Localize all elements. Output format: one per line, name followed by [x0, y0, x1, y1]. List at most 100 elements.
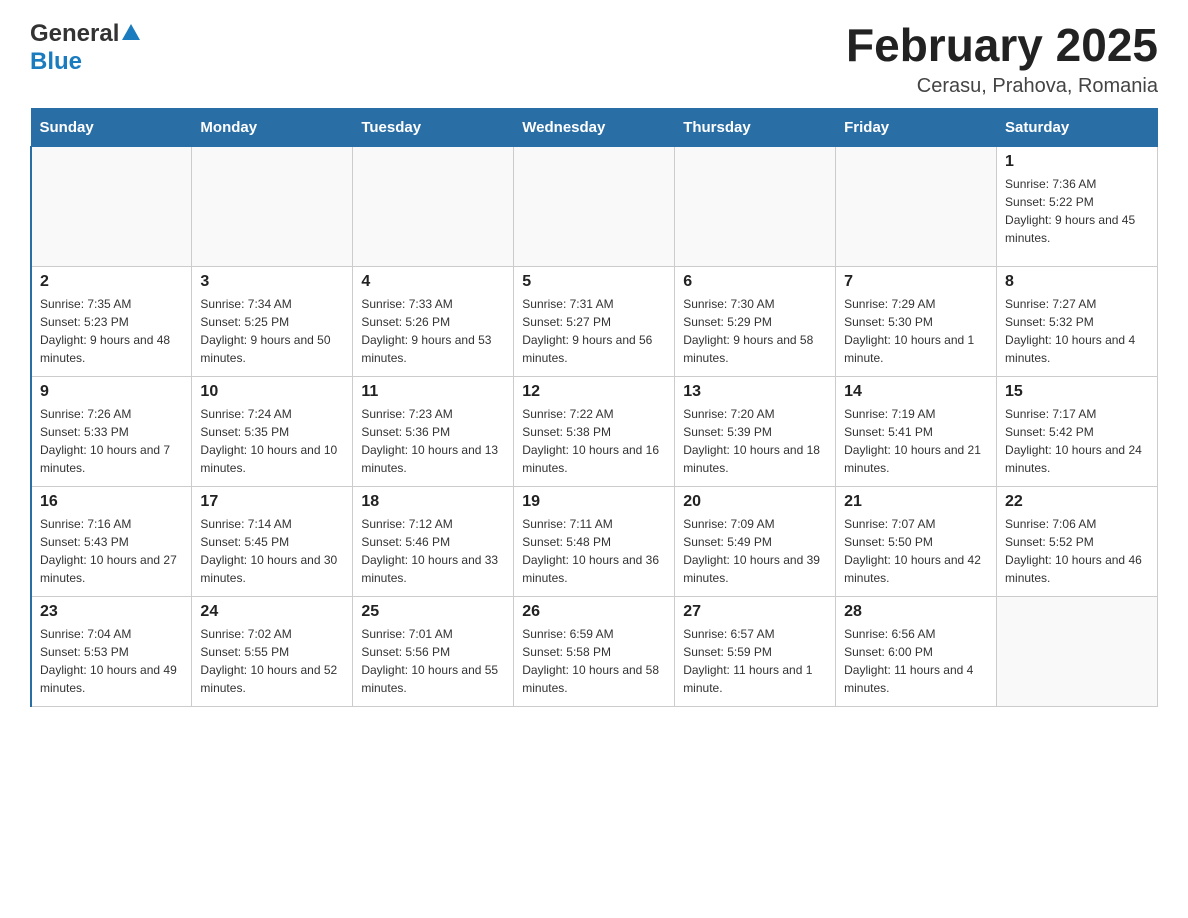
day-info: Sunrise: 7:27 AM Sunset: 5:32 PM Dayligh…: [1005, 295, 1149, 367]
calendar-cell: 15 Sunrise: 7:17 AM Sunset: 5:42 PM Dayli…: [997, 376, 1158, 486]
calendar-cell: 26 Sunrise: 6:59 AM Sunset: 5:58 PM Dayli…: [514, 596, 675, 706]
calendar-cell: 14Sunrise: 7:19 AM Sunset: 5:41 PM Dayli…: [836, 376, 997, 486]
page-header: General Blue February 2025 Cerasu, Praho…: [30, 20, 1158, 98]
day-number: 1: [1005, 153, 1149, 171]
day-info: Sunrise: 7:12 AM Sunset: 5:46 PM Dayligh…: [361, 515, 505, 587]
calendar-cell: 20 Sunrise: 7:09 AM Sunset: 5:49 PM Dayli…: [675, 486, 836, 596]
header-friday: Friday: [836, 108, 997, 146]
day-number: 26: [522, 603, 666, 621]
calendar-cell: 7 Sunrise: 7:29 AM Sunset: 5:30 PM Daylig…: [836, 266, 997, 376]
day-info: Sunrise: 7:26 AM Sunset: 5:33 PM Dayligh…: [40, 405, 183, 477]
day-number: 3: [200, 273, 344, 291]
header-monday: Monday: [192, 108, 353, 146]
day-info: Sunrise: 7:30 AM Sunset: 5:29 PM Dayligh…: [683, 295, 827, 367]
day-info: Sunrise: 7:31 AM Sunset: 5:27 PM Dayligh…: [522, 295, 666, 367]
day-number: 16: [40, 493, 183, 511]
header-wednesday: Wednesday: [514, 108, 675, 146]
day-number: 19: [522, 493, 666, 511]
day-info: Sunrise: 7:02 AM Sunset: 5:55 PM Dayligh…: [200, 625, 344, 697]
day-number: 2: [40, 273, 183, 291]
calendar-cell: 27 Sunrise: 6:57 AM Sunset: 5:59 PM Dayli…: [675, 596, 836, 706]
week-row-4: 16 Sunrise: 7:16 AM Sunset: 5:43 PM Dayli…: [31, 486, 1158, 596]
calendar-cell: [31, 146, 192, 266]
day-info: Sunrise: 6:59 AM Sunset: 5:58 PM Dayligh…: [522, 625, 666, 697]
calendar-table: SundayMondayTuesdayWednesdayThursdayFrid…: [30, 108, 1158, 707]
week-row-2: 2 Sunrise: 7:35 AM Sunset: 5:23 PM Daylig…: [31, 266, 1158, 376]
calendar-cell: 8Sunrise: 7:27 AM Sunset: 5:32 PM Daylig…: [997, 266, 1158, 376]
calendar-cell: 5 Sunrise: 7:31 AM Sunset: 5:27 PM Daylig…: [514, 266, 675, 376]
header-saturday: Saturday: [997, 108, 1158, 146]
calendar-header: SundayMondayTuesdayWednesdayThursdayFrid…: [31, 108, 1158, 146]
calendar-cell: [675, 146, 836, 266]
calendar-cell: [514, 146, 675, 266]
month-title: February 2025: [846, 20, 1158, 71]
day-number: 9: [40, 383, 183, 401]
location-title: Cerasu, Prahova, Romania: [846, 75, 1158, 98]
day-number: 5: [522, 273, 666, 291]
day-info: Sunrise: 7:14 AM Sunset: 5:45 PM Dayligh…: [200, 515, 344, 587]
day-number: 25: [361, 603, 505, 621]
calendar-cell: 18 Sunrise: 7:12 AM Sunset: 5:46 PM Dayli…: [353, 486, 514, 596]
calendar-cell: 28Sunrise: 6:56 AM Sunset: 6:00 PM Dayli…: [836, 596, 997, 706]
day-info: Sunrise: 7:35 AM Sunset: 5:23 PM Dayligh…: [40, 295, 183, 367]
logo-triangle-icon: [122, 24, 140, 40]
day-number: 11: [361, 383, 505, 401]
week-row-1: 1 Sunrise: 7:36 AM Sunset: 5:22 PM Daylig…: [31, 146, 1158, 266]
calendar-body: 1 Sunrise: 7:36 AM Sunset: 5:22 PM Daylig…: [31, 146, 1158, 706]
calendar-cell: 6Sunrise: 7:30 AM Sunset: 5:29 PM Daylig…: [675, 266, 836, 376]
day-info: Sunrise: 7:19 AM Sunset: 5:41 PM Dayligh…: [844, 405, 988, 477]
day-number: 13: [683, 383, 827, 401]
calendar-cell: 25Sunrise: 7:01 AM Sunset: 5:56 PM Dayli…: [353, 596, 514, 706]
day-info: Sunrise: 7:16 AM Sunset: 5:43 PM Dayligh…: [40, 515, 183, 587]
day-info: Sunrise: 7:36 AM Sunset: 5:22 PM Dayligh…: [1005, 175, 1149, 247]
day-number: 20: [683, 493, 827, 511]
logo-general-text: General: [30, 20, 119, 48]
calendar-cell: 16 Sunrise: 7:16 AM Sunset: 5:43 PM Dayli…: [31, 486, 192, 596]
calendar-cell: [192, 146, 353, 266]
week-row-3: 9 Sunrise: 7:26 AM Sunset: 5:33 PM Daylig…: [31, 376, 1158, 486]
day-number: 24: [200, 603, 344, 621]
calendar-cell: 22Sunrise: 7:06 AM Sunset: 5:52 PM Dayli…: [997, 486, 1158, 596]
calendar-cell: 3 Sunrise: 7:34 AM Sunset: 5:25 PM Daylig…: [192, 266, 353, 376]
day-info: Sunrise: 7:11 AM Sunset: 5:48 PM Dayligh…: [522, 515, 666, 587]
day-number: 7: [844, 273, 988, 291]
day-info: Sunrise: 6:56 AM Sunset: 6:00 PM Dayligh…: [844, 625, 988, 697]
day-info: Sunrise: 7:34 AM Sunset: 5:25 PM Dayligh…: [200, 295, 344, 367]
day-info: Sunrise: 7:04 AM Sunset: 5:53 PM Dayligh…: [40, 625, 183, 697]
title-block: February 2025 Cerasu, Prahova, Romania: [846, 20, 1158, 98]
day-info: Sunrise: 7:29 AM Sunset: 5:30 PM Dayligh…: [844, 295, 988, 367]
header-thursday: Thursday: [675, 108, 836, 146]
calendar-cell: 2 Sunrise: 7:35 AM Sunset: 5:23 PM Daylig…: [31, 266, 192, 376]
day-info: Sunrise: 7:24 AM Sunset: 5:35 PM Dayligh…: [200, 405, 344, 477]
day-info: Sunrise: 7:22 AM Sunset: 5:38 PM Dayligh…: [522, 405, 666, 477]
calendar-cell: 10 Sunrise: 7:24 AM Sunset: 5:35 PM Dayli…: [192, 376, 353, 486]
day-info: Sunrise: 6:57 AM Sunset: 5:59 PM Dayligh…: [683, 625, 827, 697]
day-info: Sunrise: 7:17 AM Sunset: 5:42 PM Dayligh…: [1005, 405, 1149, 477]
day-number: 27: [683, 603, 827, 621]
calendar-cell: 4Sunrise: 7:33 AM Sunset: 5:26 PM Daylig…: [353, 266, 514, 376]
calendar-cell: 19 Sunrise: 7:11 AM Sunset: 5:48 PM Dayli…: [514, 486, 675, 596]
day-number: 17: [200, 493, 344, 511]
day-number: 18: [361, 493, 505, 511]
day-number: 15: [1005, 383, 1149, 401]
day-number: 10: [200, 383, 344, 401]
calendar-cell: 13 Sunrise: 7:20 AM Sunset: 5:39 PM Dayli…: [675, 376, 836, 486]
calendar-cell: 9 Sunrise: 7:26 AM Sunset: 5:33 PM Daylig…: [31, 376, 192, 486]
calendar-cell: 24 Sunrise: 7:02 AM Sunset: 5:55 PM Dayli…: [192, 596, 353, 706]
calendar-cell: 17 Sunrise: 7:14 AM Sunset: 5:45 PM Dayli…: [192, 486, 353, 596]
day-number: 21: [844, 493, 988, 511]
logo-blue-text: Blue: [30, 48, 82, 75]
day-info: Sunrise: 7:23 AM Sunset: 5:36 PM Dayligh…: [361, 405, 505, 477]
day-info: Sunrise: 7:09 AM Sunset: 5:49 PM Dayligh…: [683, 515, 827, 587]
calendar-cell: [997, 596, 1158, 706]
calendar-cell: [353, 146, 514, 266]
calendar-cell: 12Sunrise: 7:22 AM Sunset: 5:38 PM Dayli…: [514, 376, 675, 486]
day-info: Sunrise: 7:33 AM Sunset: 5:26 PM Dayligh…: [361, 295, 505, 367]
calendar-cell: 1 Sunrise: 7:36 AM Sunset: 5:22 PM Daylig…: [997, 146, 1158, 266]
days-of-week-row: SundayMondayTuesdayWednesdayThursdayFrid…: [31, 108, 1158, 146]
calendar-cell: [836, 146, 997, 266]
day-number: 23: [40, 603, 183, 621]
day-info: Sunrise: 7:20 AM Sunset: 5:39 PM Dayligh…: [683, 405, 827, 477]
day-number: 22: [1005, 493, 1149, 511]
calendar-cell: 11 Sunrise: 7:23 AM Sunset: 5:36 PM Dayli…: [353, 376, 514, 486]
